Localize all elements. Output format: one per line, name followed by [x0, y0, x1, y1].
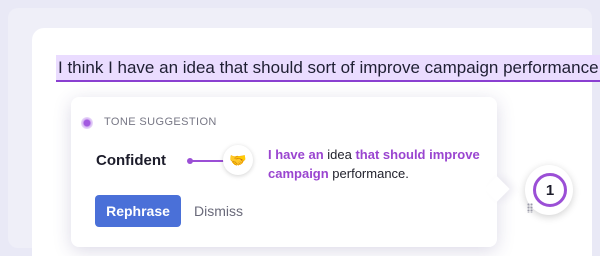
tone-name: Confident	[96, 152, 166, 169]
handshake-icon: 🤝	[223, 145, 253, 175]
suggestion-count[interactable]: 1	[533, 173, 567, 207]
rewrite-change: I have an	[268, 147, 324, 162]
suggested-rewrite: I have an idea that should improve campa…	[268, 145, 490, 183]
rephrase-button[interactable]: Rephrase	[95, 195, 181, 227]
drag-handle-icon[interactable]	[527, 203, 533, 213]
highlighted-sentence[interactable]: I think I have an idea that should sort …	[56, 55, 600, 82]
rewrite-unchanged: performance.	[328, 166, 409, 181]
rewrite-unchanged: idea	[323, 147, 356, 162]
tone-suggestion-label: TONE SUGGESTION	[104, 116, 217, 128]
tone-connector	[187, 158, 226, 164]
dismiss-button[interactable]: Dismiss	[188, 195, 249, 227]
tone-indicator-icon	[81, 117, 93, 129]
